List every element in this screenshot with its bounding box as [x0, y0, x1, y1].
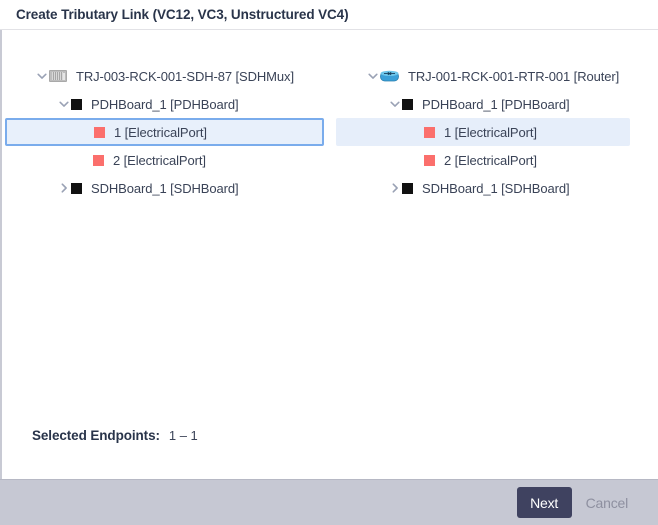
tree-node[interactable]: SDHBoard_1 [SDHBoard] [336, 174, 630, 202]
create-tributary-link-dialog: Create Tributary Link (VC12, VC3, Unstru… [0, 0, 658, 525]
selected-endpoints: Selected Endpoints: 1 – 1 [32, 428, 198, 443]
tree-node-label: SDHBoard_1 [SDHBoard] [91, 180, 239, 196]
board-icon [71, 98, 82, 110]
chassis-icon [49, 70, 67, 82]
selected-endpoints-value: 1 – 1 [168, 428, 198, 443]
dialog-title: Create Tributary Link (VC12, VC3, Unstru… [16, 7, 349, 22]
tree-node[interactable]: 2 [ElectricalPort] [5, 146, 324, 174]
endpoint-selection-panels: TRJ-003-RCK-001-SDH-87 [SDHMux] PDHBoard_… [2, 30, 658, 390]
tree-node[interactable]: 2 [ElectricalPort] [336, 146, 630, 174]
tree-node-label: PDHBoard_1 [PDHBoard] [422, 96, 570, 112]
dialog-body: TRJ-003-RCK-001-SDH-87 [SDHMux] PDHBoard_… [0, 30, 658, 479]
tree-node-label: PDHBoard_1 [PDHBoard] [91, 96, 239, 112]
chevron-right-icon[interactable] [388, 181, 402, 195]
twisty-placeholder [410, 153, 424, 167]
board-icon [402, 182, 413, 194]
tree-node[interactable]: PDHBoard_1 [PDHBoard] [5, 90, 324, 118]
chevron-down-icon[interactable] [35, 69, 49, 83]
router-icon [380, 70, 399, 83]
target-endpoint-tree: TRJ-001-RCK-001-RTR-001 [Router] PDHBoard… [330, 30, 658, 390]
tree-node[interactable]: TRJ-003-RCK-001-SDH-87 [SDHMux] [5, 62, 324, 90]
port-icon [424, 154, 435, 166]
twisty-placeholder [79, 153, 93, 167]
dialog-footer: Next Cancel [0, 479, 658, 525]
twisty-placeholder [410, 125, 424, 139]
chevron-right-icon[interactable] [57, 181, 71, 195]
tree-node-label: 1 [ElectricalPort] [114, 124, 207, 140]
tree-node-label: 1 [ElectricalPort] [444, 124, 537, 140]
tree-node[interactable]: TRJ-001-RCK-001-RTR-001 [Router] [336, 62, 630, 90]
chevron-down-icon[interactable] [57, 97, 71, 111]
dialog-titlebar: Create Tributary Link (VC12, VC3, Unstru… [0, 0, 658, 30]
tree-node-label: 2 [ElectricalPort] [444, 152, 537, 168]
port-icon [424, 126, 435, 138]
board-icon [71, 182, 82, 194]
cancel-button[interactable]: Cancel [578, 487, 636, 518]
tree-node[interactable]: 1 [ElectricalPort] [5, 118, 324, 146]
tree-node[interactable]: PDHBoard_1 [PDHBoard] [336, 90, 630, 118]
tree-node-label: 2 [ElectricalPort] [113, 152, 206, 168]
port-icon [93, 154, 104, 166]
port-icon [94, 126, 105, 138]
tree-node-label: TRJ-003-RCK-001-SDH-87 [SDHMux] [76, 68, 294, 84]
tree-node-label: SDHBoard_1 [SDHBoard] [422, 180, 570, 196]
chevron-down-icon[interactable] [366, 69, 380, 83]
tree-node[interactable]: 1 [ElectricalPort] [336, 118, 630, 146]
selected-endpoints-label: Selected Endpoints: [32, 428, 160, 443]
tree-node[interactable]: SDHBoard_1 [SDHBoard] [5, 174, 324, 202]
next-button[interactable]: Next [516, 487, 572, 518]
chevron-down-icon[interactable] [388, 97, 402, 111]
source-endpoint-tree: TRJ-003-RCK-001-SDH-87 [SDHMux] PDHBoard_… [2, 30, 330, 390]
twisty-placeholder [80, 125, 94, 139]
board-icon [402, 98, 413, 110]
tree-node-label: TRJ-001-RCK-001-RTR-001 [Router] [408, 68, 620, 84]
